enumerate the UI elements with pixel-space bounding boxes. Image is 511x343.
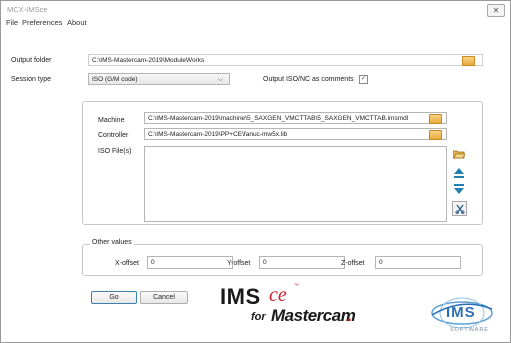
open-file-button[interactable]	[452, 147, 466, 161]
x-offset-input[interactable]: 0	[147, 256, 233, 269]
cancel-button[interactable]: Cancel	[140, 291, 188, 304]
menu-bar: File Preferences About	[1, 17, 510, 29]
imsce-logo: IMS ce ™ for Mastercam .	[217, 282, 357, 334]
close-icon: ✕	[492, 6, 500, 15]
chevron-down-icon: ⌵	[217, 76, 223, 83]
z-offset-label: Z-offset	[341, 260, 365, 267]
scissors-icon	[455, 204, 464, 214]
arrow-up-icon	[454, 168, 464, 178]
output-folder-field[interactable]: C:\IMS-Mastercam-2019\ModuleWorks	[88, 54, 483, 66]
output-folder-label: Output folder	[11, 57, 52, 64]
logo-software-label: SOFTWARE	[450, 327, 489, 333]
remove-file-button[interactable]	[452, 201, 467, 216]
close-button[interactable]: ✕	[487, 4, 505, 17]
output-comments-label: Output ISO/NC as comments	[263, 76, 354, 83]
controller-browse-icon[interactable]	[429, 130, 442, 140]
controller-field[interactable]: C:\IMS-Mastercam-2019\PP+CE\fanuc-mw5x.l…	[144, 128, 447, 140]
iso-files-label: ISO File(s)	[98, 148, 132, 155]
menu-file[interactable]: File	[6, 18, 18, 27]
move-up-button[interactable]	[452, 166, 466, 180]
session-type-select[interactable]: ISO (G/M code) ⌵	[88, 73, 230, 85]
move-down-button[interactable]	[452, 182, 466, 196]
controller-label: Controller	[98, 132, 129, 139]
menu-preferences[interactable]: Preferences	[22, 18, 62, 27]
session-type-label: Session type	[11, 76, 52, 83]
output-comments-checkbox[interactable]: ✓	[359, 75, 368, 84]
logo-ims-software-text: IMS	[446, 304, 476, 321]
logo-mastercam: Mastercam	[271, 306, 356, 325]
y-offset-label: Y-offset	[227, 260, 251, 267]
logo-for: for	[251, 311, 266, 323]
arrow-down-icon	[454, 184, 464, 194]
ims-software-logo: IMS SOFTWARE	[428, 295, 496, 337]
machine-browse-icon[interactable]	[429, 114, 442, 124]
other-values-title: Other values	[90, 239, 134, 246]
session-type-value: ISO (G/M code)	[92, 76, 138, 83]
logo-ims: IMS	[220, 284, 261, 309]
menu-about[interactable]: About	[67, 18, 87, 27]
check-icon: ✓	[360, 76, 367, 82]
x-offset-label: X-offset	[115, 260, 139, 267]
machine-field[interactable]: C:\IMS-Mastercam-2019\machine\5_SAXGEN_V…	[144, 112, 447, 124]
main-window: MCX-IMSce ✕ File Preferences About Outpu…	[0, 0, 511, 343]
iso-files-list[interactable]	[144, 146, 447, 222]
y-offset-input[interactable]: 0	[259, 256, 345, 269]
output-folder-browse-icon[interactable]	[462, 56, 475, 66]
logo-tm: ™	[294, 283, 299, 289]
window-title: MCX-IMSce	[7, 5, 48, 14]
go-button[interactable]: Go	[91, 291, 137, 304]
logo-ce: ce	[269, 284, 287, 306]
machine-label: Machine	[98, 117, 125, 124]
z-offset-input[interactable]: 0	[375, 256, 461, 269]
open-folder-icon	[453, 150, 465, 159]
logo-mastercam-dot: .	[347, 306, 352, 325]
